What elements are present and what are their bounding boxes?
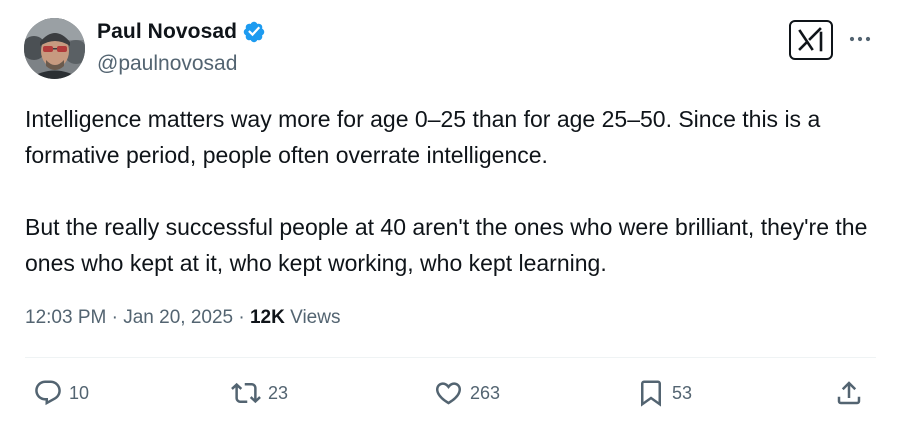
author-name-row: Paul Novosad bbox=[97, 20, 266, 44]
verified-badge-icon[interactable] bbox=[242, 20, 266, 44]
share-icon bbox=[837, 381, 861, 405]
tweet-date[interactable]: Jan 20, 2025 bbox=[123, 307, 233, 328]
views-count: 12K bbox=[249, 307, 285, 328]
repost-icon bbox=[231, 382, 261, 404]
reply-button[interactable]: 10 bbox=[33, 378, 89, 408]
like-button[interactable]: 263 bbox=[433, 378, 500, 408]
avatar-image bbox=[24, 18, 85, 79]
tweet-text: Intelligence matters way more for age 0–… bbox=[25, 101, 875, 281]
bookmark-button[interactable]: 53 bbox=[636, 378, 692, 408]
repost-button[interactable]: 23 bbox=[230, 378, 288, 408]
repost-count: 23 bbox=[268, 382, 289, 403]
tweet-meta: 12:03 PM · Jan 20, 2025 · 12K Views bbox=[25, 307, 340, 329]
bookmark-icon bbox=[641, 380, 661, 407]
tweet-paragraph-2: But the really successful people at 40 a… bbox=[25, 214, 868, 276]
reply-count: 10 bbox=[69, 382, 90, 403]
avatar[interactable] bbox=[24, 18, 85, 79]
meta-separator: · bbox=[238, 307, 245, 328]
tweet-time[interactable]: 12:03 PM bbox=[25, 307, 106, 328]
tweet-paragraph-1: Intelligence matters way more for age 0–… bbox=[25, 106, 821, 168]
author-handle[interactable]: @paulnovosad bbox=[97, 52, 237, 76]
tweet-card: Paul Novosad @paulnovosad Intelligence m… bbox=[0, 0, 898, 430]
share-button[interactable] bbox=[834, 378, 864, 408]
divider bbox=[25, 357, 876, 358]
like-icon bbox=[435, 382, 462, 405]
x-grok-logo-icon[interactable] bbox=[789, 20, 833, 60]
author-display-name[interactable]: Paul Novosad bbox=[97, 20, 237, 44]
views-label: Views bbox=[290, 307, 341, 328]
reply-icon bbox=[35, 380, 61, 406]
like-count: 263 bbox=[470, 382, 501, 403]
meta-separator: · bbox=[111, 307, 118, 328]
more-dots-icon[interactable] bbox=[847, 26, 873, 52]
bookmark-count: 53 bbox=[672, 382, 693, 403]
